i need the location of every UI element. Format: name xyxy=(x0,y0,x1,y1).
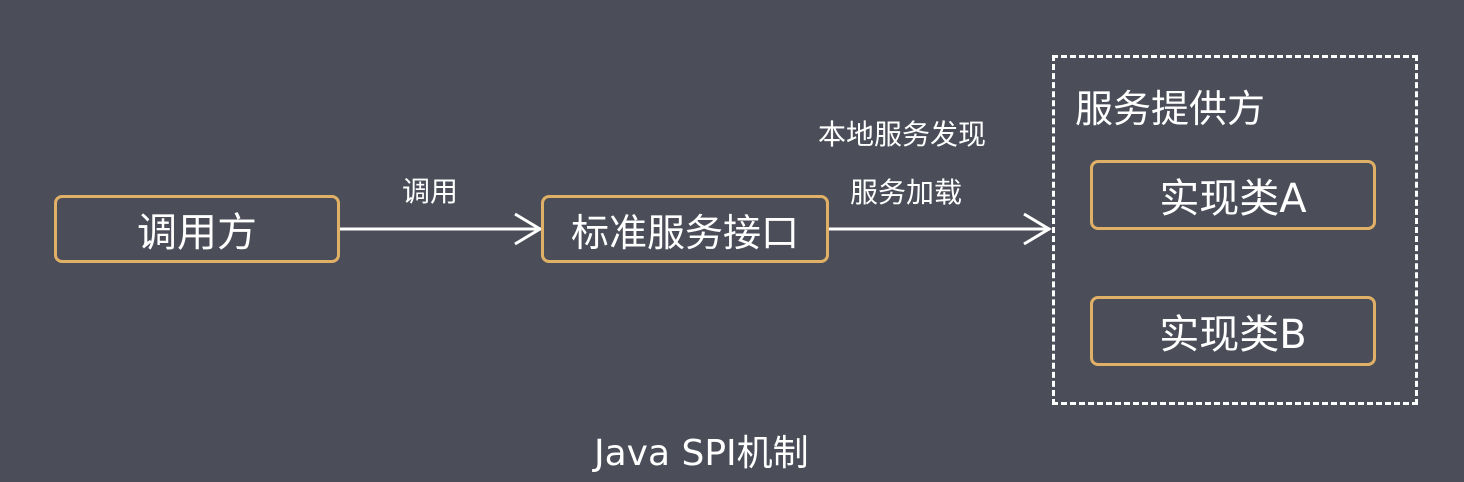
call-edge-label: 调用 xyxy=(402,175,459,208)
impl-class-a-label: 实现类A xyxy=(1159,176,1307,222)
impl-class-a-box: 实现类A xyxy=(1090,160,1376,230)
discovery-edge-label: 本地服务发现 xyxy=(818,118,987,151)
diagram-canvas: 调用方 调用 标准服务接口 本地服务发现 服务加载 服务提供方 实现类A 实现类… xyxy=(0,0,1464,482)
service-interface-box: 标准服务接口 xyxy=(541,195,829,263)
impl-class-b-label: 实现类B xyxy=(1159,312,1307,358)
load-edge-label: 服务加载 xyxy=(850,176,963,209)
diagram-caption: Java SPI机制 xyxy=(594,433,809,474)
caller-box: 调用方 xyxy=(54,195,340,263)
service-interface-label: 标准服务接口 xyxy=(570,210,799,255)
impl-class-b-box: 实现类B xyxy=(1090,296,1376,366)
service-provider-title: 服务提供方 xyxy=(1075,87,1266,131)
caller-label: 调用方 xyxy=(137,210,257,256)
